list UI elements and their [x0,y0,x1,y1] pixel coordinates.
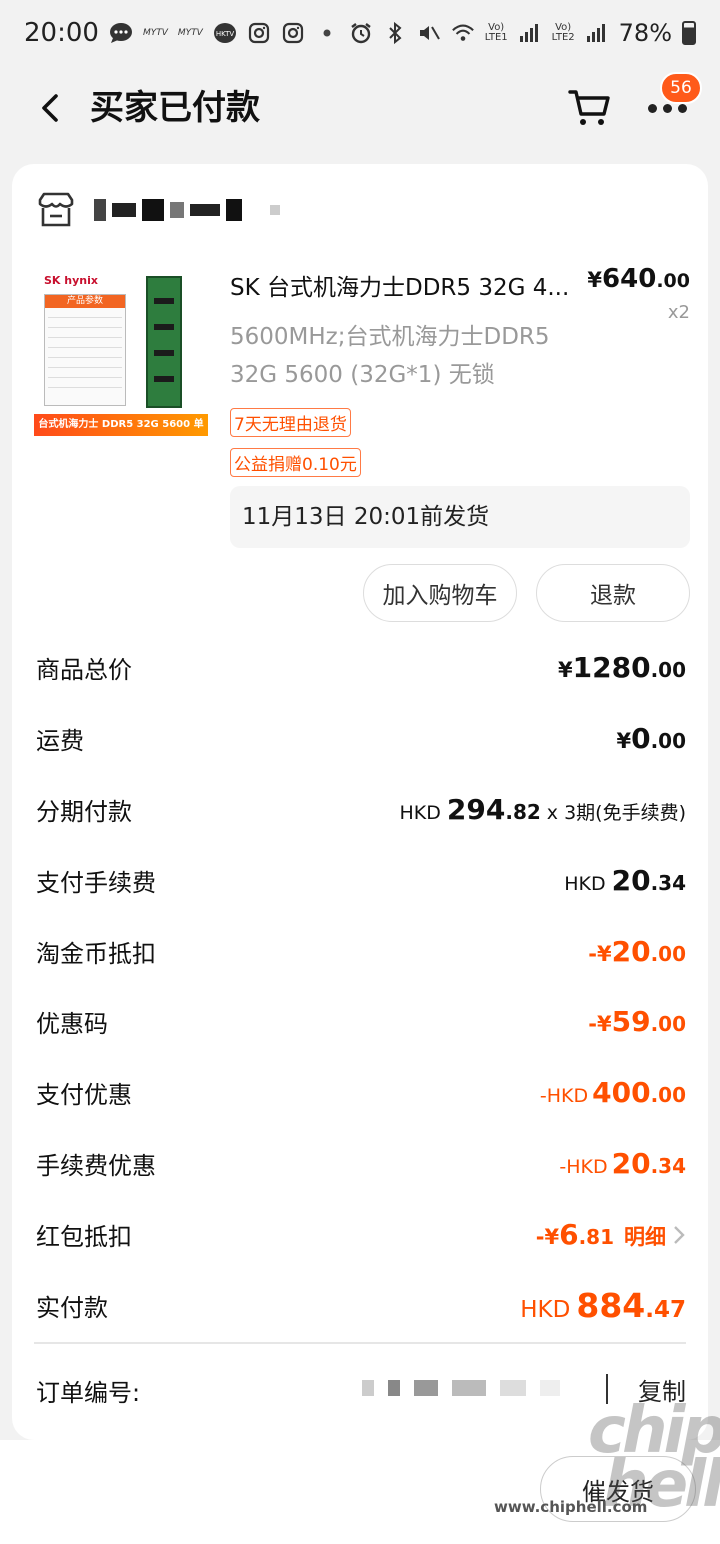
lte2-label: LTE2 [551,32,575,43]
row-payment-fee: 支付手续费 HKD 20.34 [12,845,708,916]
row-value: -HKD 20.34 [559,1147,686,1181]
instagram-icon [281,21,305,45]
message-badge: 56 [660,72,702,104]
mute-icon [417,21,441,45]
order-card: SK hynix 产品参数 台式机海力士 DDR5 32G 5600 单条 SK… [12,164,708,1440]
row-value: ¥1280.00 [558,650,686,684]
row-label: 分期付款 [36,797,132,826]
status-left: 20:00 MYTV MYTV HKTV [24,18,339,48]
status-bar: 20:00 MYTV MYTV HKTV Vo) LTE1 Vo) LTE2 7… [0,0,720,66]
refund-button[interactable]: 退款 [536,564,690,622]
message-icon [109,21,133,45]
row-coupon: 优惠码 -¥ 59.00 [12,986,708,1057]
row-goods-total: 商品总价 ¥1280.00 [12,632,708,703]
row-label: 优惠码 [36,1010,108,1039]
more-button[interactable]: 56 [644,72,702,130]
cart-button[interactable] [566,84,614,132]
product-image-logo: SK hynix [44,274,98,287]
product-image-spec-table: 产品参数 [44,294,126,406]
alarm-icon [349,21,373,45]
row-value: HKD 294.82 x 3期(免手续费) [399,792,686,826]
signal-icon [518,21,542,45]
row-value: -¥ 59.00 [588,1005,686,1039]
row-label: 实付款 [36,1293,108,1322]
row-value: -¥ 20.00 [588,934,686,968]
battery-percent: 78% [618,19,672,47]
wifi-icon [451,21,475,45]
order-number-label: 订单编号: [36,1378,141,1407]
row-shipping: 运费 ¥0.00 [12,703,708,774]
row-red-packet[interactable]: 红包抵扣 -¥ 6.81 明细 [12,1199,708,1270]
row-label: 支付优惠 [36,1081,132,1110]
row-pay-discount: 支付优惠 -HKD 400.00 [12,1057,708,1128]
status-time: 20:00 [24,18,99,48]
row-label: 红包抵扣 [36,1223,132,1252]
price-decimal: .00 [656,270,690,292]
lte1-label: LTE1 [484,32,508,43]
bluetooth-icon [383,21,407,45]
cart-icon [568,90,610,125]
product-spec: 5600MHz;台式机海力士DDR5 32G 5600 (32G*1) 无锁 [230,324,550,388]
shop-icon [38,192,74,227]
price-currency: ¥ [587,268,603,292]
row-label: 淘金币抵扣 [36,939,156,968]
product-title[interactable]: SK 台式机海力士DDR5 32G 4... [230,268,582,302]
header: 买家已付款 56 [0,66,720,146]
hktv-icon-label: HKTV [216,30,235,38]
product-image-banner: 台式机海力士 DDR5 32G 5600 单条 [34,414,208,436]
ram-stick-graphic [146,276,182,408]
back-arrow-icon [42,94,58,122]
add-to-cart-button[interactable]: 加入购物车 [363,564,517,622]
row-value: HKD 20.34 [564,863,686,897]
tag-charity: 公益捐赠0.10元 [230,448,361,477]
more-dots-icon [648,104,687,113]
shop-name-redacted [94,199,280,221]
hktv-icon: HKTV [213,21,237,45]
product-image[interactable]: SK hynix 产品参数 台式机海力士 DDR5 32G 5600 单条 [34,260,208,438]
product-price: ¥ 640 .00 [587,264,690,294]
back-button[interactable] [30,88,70,128]
lte1-indicator: Vo) LTE1 [485,23,508,43]
divider [34,1342,686,1344]
chevron-right-icon [674,1225,685,1244]
lte2-indicator: Vo) LTE2 [552,23,575,43]
row-label: 运费 [36,726,84,755]
row-taojinbi: 淘金币抵扣 -¥ 20.00 [12,916,708,987]
row-actual-paid: 实付款 HKD 884.47 [12,1270,708,1341]
row-label: 支付手续费 [36,868,156,897]
shop-row[interactable] [36,186,280,234]
price-integer: 640 [602,264,657,294]
instagram-icon [247,21,271,45]
row-fee-discount: 手续费优惠 -HKD 20.34 [12,1128,708,1199]
battery-icon [682,21,696,45]
price-summary: 商品总价 ¥1280.00 运费 ¥0.00 分期付款 HKD 294.82 x 3… [12,632,708,1341]
row-value: -¥ 6.81 明细 [536,1218,686,1251]
mytv-icon: MYTV [142,28,168,38]
notification-dot-icon [315,21,339,45]
red-packet-detail-link[interactable]: 明细 [624,1221,666,1251]
status-right: Vo) LTE1 Vo) LTE2 78% [349,19,696,47]
signal-icon [585,21,609,45]
mytv-icon: MYTV [177,28,203,38]
watermark-url: www.chiphell.com [494,1498,648,1516]
tag-7day-return: 7天无理由退货 [230,408,351,437]
row-installment: 分期付款 HKD 294.82 x 3期(免手续费) [12,774,708,845]
product-image-spec-title: 产品参数 [45,295,125,308]
row-value: ¥0.00 [616,721,686,755]
row-value: HKD 884.47 [520,1285,686,1325]
row-label: 手续费优惠 [36,1152,156,1181]
product-quantity: x2 [667,302,690,323]
page-title: 买家已付款 [90,88,260,128]
order-number-redacted [362,1380,560,1396]
ship-deadline: 11月13日 20:01前发货 [230,486,690,548]
row-value: -HKD 400.00 [539,1076,686,1110]
row-label: 商品总价 [36,655,132,684]
